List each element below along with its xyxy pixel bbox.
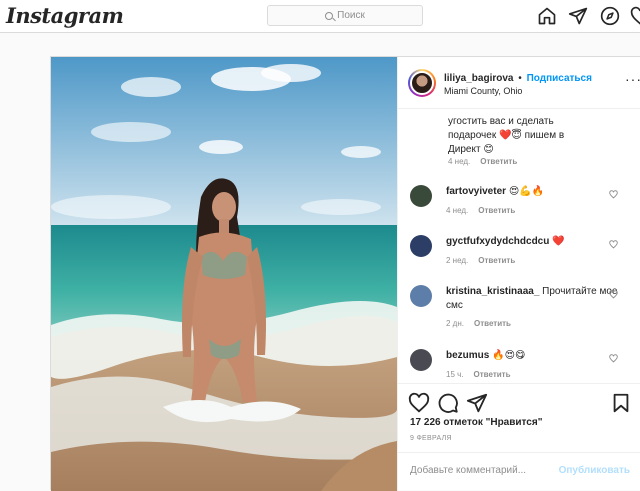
comment-text: kristina_kristinaaa_ Прочитайте мое смс [446,285,621,313]
activity-heart-icon[interactable] [630,6,640,26]
comment-username[interactable]: kristina_kristinaaa_ [446,286,539,297]
comment-reply-button[interactable]: Ответить [474,319,511,328]
comment-body: 🔥😍😋 [492,350,526,361]
beach-photo-illustration [51,57,397,491]
post-location[interactable]: Miami County, Ohio [444,86,522,96]
home-icon[interactable] [537,6,557,26]
post-sidebar: liliya_bagirova • Подписаться Miami Coun… [397,57,640,491]
comment-username[interactable]: gyctfufxydydchdcdcu [446,236,549,247]
add-comment-row: Добавьте комментарий... Опубликовать [398,452,640,491]
comment-text: gyctfufxydydchdcdcu ❤️ [446,235,621,249]
comment-reply-button[interactable]: Ответить [478,256,515,265]
post-header: liliya_bagirova • Подписаться Miami Coun… [398,57,640,109]
save-bookmark-icon[interactable] [610,392,632,414]
post-card: liliya_bagirova • Подписаться Miami Coun… [50,56,640,491]
caption-time: 4 нед. [448,157,471,166]
comment-text: fartovyiveter 😍💪🔥 [446,185,621,199]
comment-time: 15 ч. [446,370,464,379]
comment-bubble-icon[interactable] [437,392,459,414]
comment-text: bezumus 🔥😍😋 [446,349,621,363]
more-options-icon[interactable]: ··· [625,71,640,87]
commenter-avatar[interactable] [410,349,432,371]
comment-meta: 2 дн. Ответить [446,319,511,328]
search-icon [325,11,334,20]
comment-time: 2 дн. [446,319,464,328]
commenter-avatar[interactable] [410,285,432,307]
caption-reply-button[interactable]: Ответить [480,157,517,166]
top-nav-bar: Instagram Поиск [0,0,640,33]
post-actions-bar [398,383,640,414]
follow-button[interactable]: Подписаться [527,73,592,84]
commenter-avatar[interactable] [410,185,432,207]
post-photo[interactable] [51,57,397,491]
caption-text: угостить вас и сделать подарочек ❤️😇 пиш… [448,116,565,155]
comment-time: 2 нед. [446,256,469,265]
comment-like-heart-icon[interactable] [609,290,618,299]
direct-message-icon[interactable] [568,6,588,26]
comment-username[interactable]: fartovyiveter [446,186,506,197]
comment-meta: 4 нед. Ответить [446,206,515,215]
story-ring[interactable] [408,69,436,97]
comment-meta: 2 нед. Ответить [446,256,515,265]
search-input[interactable]: Поиск [267,5,423,26]
comment-username[interactable]: bezumus [446,350,489,361]
likes-count[interactable]: 17 226 отметок "Нравится" [410,417,542,428]
comment-body: 😍💪🔥 [508,186,545,197]
comment-reply-button[interactable]: Ответить [474,370,511,379]
comment-time: 4 нед. [446,206,469,215]
search-placeholder: Поиск [337,10,365,21]
comment-like-heart-icon[interactable] [609,190,618,199]
author-avatar[interactable] [410,71,434,95]
instagram-logo[interactable]: Instagram [6,3,124,28]
comment-reply-button[interactable]: Ответить [478,206,515,215]
publish-button[interactable]: Опубликовать [559,465,630,476]
comment-meta: 15 ч. Ответить [446,370,510,379]
comment-like-heart-icon[interactable] [609,240,618,249]
commenter-avatar[interactable] [410,235,432,257]
author-line: liliya_bagirova • Подписаться [444,73,592,84]
share-icon[interactable] [466,392,488,414]
add-comment-input[interactable]: Добавьте комментарий... [410,465,526,476]
caption-meta: 4 нед. Ответить [448,157,517,166]
comment-body: ❤️ [552,236,565,247]
separator-dot: • [518,73,522,84]
explore-compass-icon[interactable] [600,6,620,26]
author-username[interactable]: liliya_bagirova [444,73,513,84]
like-heart-icon[interactable] [408,392,430,414]
comment-like-heart-icon[interactable] [609,354,618,363]
post-date[interactable]: 9 ФЕВРАЛЯ [410,435,452,442]
